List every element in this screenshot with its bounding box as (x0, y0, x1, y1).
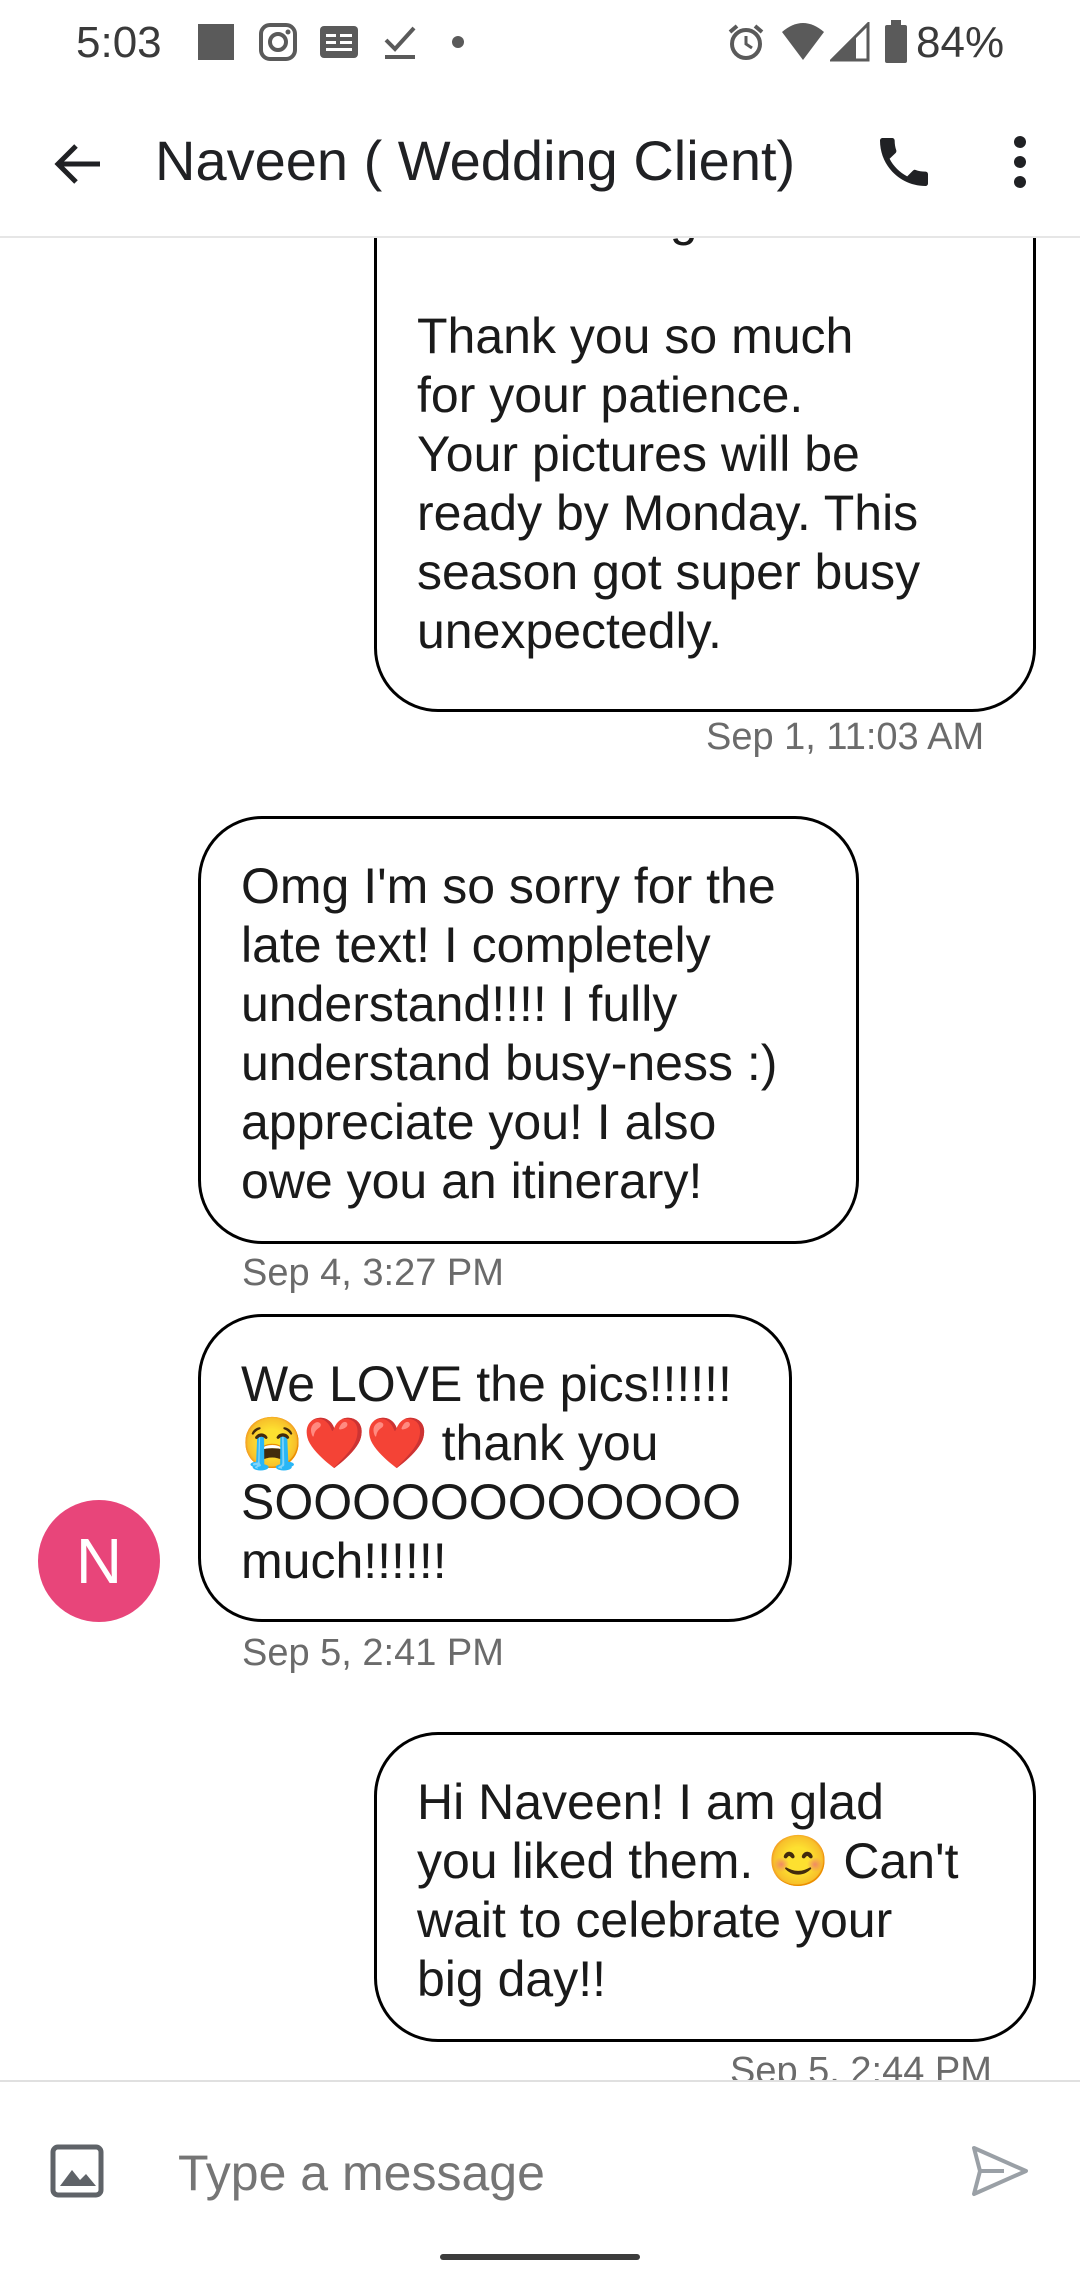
check-download-icon (384, 26, 416, 59)
wifi-icon (782, 23, 824, 60)
instagram-icon (259, 23, 297, 61)
status-bar: 5:03 84% (0, 0, 1080, 90)
image-icon[interactable] (50, 2144, 104, 2198)
message-bubble-incoming[interactable]: We LOVE the pics!!!!!! 😭❤️❤️ thank you S… (198, 1314, 792, 1622)
message-timestamp: Sep 5, 2:41 PM (242, 1632, 504, 1674)
message-input[interactable] (176, 2130, 940, 2216)
contact-name[interactable]: Naveen ( Wedding Client) (155, 128, 795, 193)
message-bubble-outgoing[interactable]: time working with them. Thank you so muc… (374, 236, 1036, 712)
message-bubble-incoming[interactable]: Omg I'm so sorry for the late text! I co… (198, 816, 859, 1244)
message-list[interactable]: time working with them. Thank you so muc… (0, 236, 1080, 2080)
square-notification-icon (198, 24, 234, 60)
alarm-icon (728, 24, 764, 60)
message-timestamp: Sep 4, 3:27 PM (242, 1252, 504, 1294)
status-time: 5:03 (76, 18, 162, 67)
phone-icon[interactable] (872, 130, 936, 194)
send-icon[interactable] (970, 2144, 1030, 2198)
dot-icon (452, 36, 464, 48)
message-timestamp: Sep 5, 2:44 PM (730, 2050, 992, 2080)
message-timestamp: Sep 1, 11:03 AM (706, 716, 985, 758)
home-indicator[interactable] (440, 2254, 640, 2260)
battery-icon (885, 20, 907, 63)
arrow-back-icon[interactable] (48, 134, 108, 194)
compose-bar (0, 2080, 1080, 2282)
conversation-header: Naveen ( Wedding Client) (0, 90, 1080, 238)
more-vert-icon[interactable] (996, 130, 1044, 194)
message-bubble-outgoing[interactable]: Hi Naveen! I am glad you liked them. 😊 C… (374, 1732, 1036, 2042)
battery-percent: 84% (916, 18, 1005, 67)
news-icon (320, 26, 358, 58)
avatar[interactable]: N (38, 1500, 160, 1622)
signal-icon (830, 22, 870, 62)
